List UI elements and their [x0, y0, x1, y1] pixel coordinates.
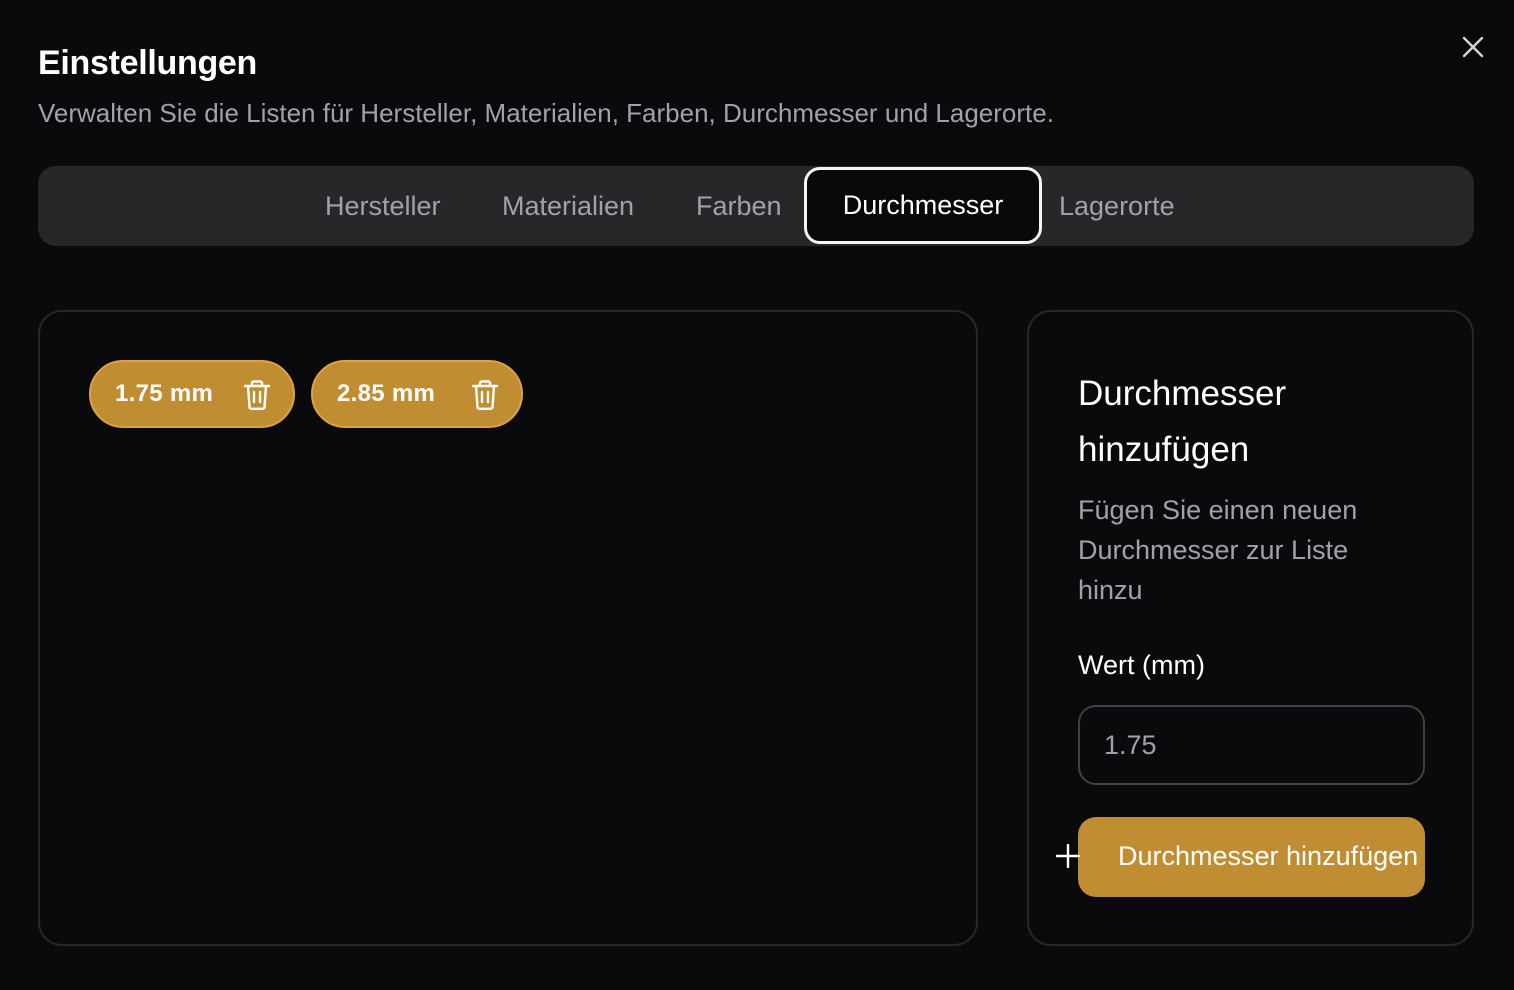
trash-icon[interactable]	[242, 379, 272, 411]
tab-farben[interactable]: Farben	[696, 166, 782, 246]
dialog-title: Einstellungen	[38, 44, 258, 82]
tab-durchmesser[interactable]: Durchmesser	[804, 167, 1042, 244]
add-diameter-panel: Durchmesser hinzufügen Fügen Sie einen n…	[1027, 310, 1474, 946]
close-icon	[1462, 36, 1484, 58]
tab-materialien[interactable]: Materialien	[502, 166, 634, 246]
diameter-list-panel: 1.75 mm 2.85 mm	[38, 310, 978, 946]
close-button[interactable]	[1456, 30, 1490, 64]
diameter-chip-label: 2.85 mm	[337, 380, 436, 407]
tab-hersteller[interactable]: Hersteller	[325, 166, 441, 246]
plus-icon	[1056, 844, 1080, 868]
value-input[interactable]	[1078, 705, 1425, 785]
value-field-label: Wert (mm)	[1078, 650, 1205, 680]
add-diameter-button-label: Durchmesser hinzufügen	[1118, 841, 1419, 871]
tab-bar: Hersteller Materialien Farben Durchmesse…	[38, 166, 1474, 246]
add-diameter-button[interactable]: Durchmesser hinzufügen	[1056, 817, 1425, 897]
dialog-subtitle: Verwalten Sie die Listen für Hersteller,…	[38, 98, 1054, 128]
diameter-chip-label: 1.75 mm	[115, 380, 214, 407]
form-description: Fügen Sie einen neuen Durchmesser zur Li…	[1078, 495, 1358, 605]
diameter-chip: 1.75 mm	[89, 360, 295, 428]
form-title: Durchmesser hinzufügen	[1078, 374, 1287, 469]
trash-icon[interactable]	[470, 379, 500, 411]
diameter-chip: 2.85 mm	[311, 360, 523, 428]
settings-dialog: Einstellungen Verwalten Sie die Listen f…	[0, 0, 1514, 990]
tab-lagerorte[interactable]: Lagerorte	[1059, 166, 1175, 246]
